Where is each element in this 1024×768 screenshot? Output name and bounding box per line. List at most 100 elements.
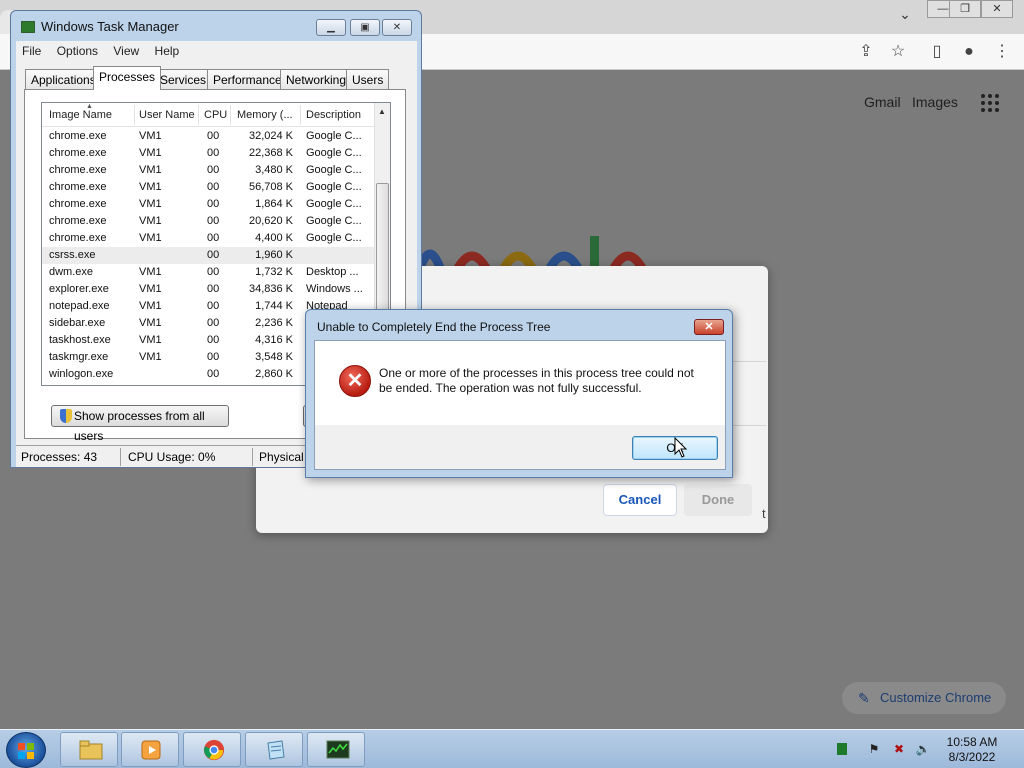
process-user-name: VM1: [139, 317, 162, 329]
column-description[interactable]: Description: [306, 109, 361, 121]
process-description: Google C...: [306, 164, 362, 176]
process-user-name: VM1: [139, 300, 162, 312]
process-row[interactable]: csrss.exe 00 1,960 K: [42, 247, 376, 264]
menu-file[interactable]: File: [16, 41, 47, 58]
taskbar: ⚑ ✖ 🔈 10:58 AM 8/3/2022: [0, 729, 1024, 768]
process-memory: 2,236 K: [255, 317, 293, 329]
close-button[interactable]: ✕: [694, 319, 724, 335]
process-row[interactable]: chrome.exe VM1 00 4,400 K Google C...: [42, 230, 376, 247]
process-memory: 3,480 K: [255, 164, 293, 176]
customize-chrome-button[interactable]: ✎ Customize Chrome: [842, 682, 1006, 714]
column-user-name[interactable]: User Name: [139, 109, 195, 121]
process-cpu: 00: [207, 164, 220, 176]
taskbar-task-manager[interactable]: [307, 732, 365, 767]
tab-networking[interactable]: Networking: [280, 69, 353, 89]
scroll-up-arrow-icon[interactable]: ▲: [378, 107, 386, 116]
taskbar-notepad[interactable]: [245, 732, 303, 767]
process-row[interactable]: chrome.exe VM1 00 56,708 K Google C...: [42, 179, 376, 196]
windows-logo-icon: [18, 743, 34, 759]
share-icon[interactable]: ⇪: [856, 42, 876, 62]
process-image-name: chrome.exe: [49, 232, 107, 244]
taskbar-chrome[interactable]: [183, 732, 241, 767]
process-description: Google C...: [306, 198, 362, 210]
process-row[interactable]: chrome.exe VM1 00 3,480 K Google C...: [42, 162, 376, 179]
process-user-name: VM1: [139, 351, 162, 363]
taskbar-explorer[interactable]: [60, 732, 118, 767]
tab-processes[interactable]: Processes: [93, 66, 162, 90]
gmail-link[interactable]: Gmail: [864, 94, 901, 110]
action-center-icon[interactable]: ⚑: [866, 742, 882, 756]
show-all-processes-label: Show processes from all users: [74, 409, 205, 443]
process-user-name: VM1: [139, 198, 162, 210]
tab-performance[interactable]: Performance: [207, 69, 288, 89]
system-clock[interactable]: 10:58 AM 8/3/2022: [940, 735, 1004, 765]
process-user-name: VM1: [139, 147, 162, 159]
notepad-icon: [267, 740, 285, 760]
restore-button[interactable]: ❐: [949, 0, 981, 18]
process-image-name: chrome.exe: [49, 130, 107, 142]
maximize-button[interactable]: ▣: [350, 19, 380, 36]
google-apps-icon[interactable]: [981, 94, 999, 112]
profile-avatar-icon[interactable]: ●: [959, 42, 979, 62]
process-user-name: VM1: [139, 334, 162, 346]
process-row[interactable]: dwm.exe VM1 00 1,732 K Desktop ...: [42, 264, 376, 281]
process-row[interactable]: chrome.exe VM1 00 32,024 K Google C...: [42, 128, 376, 145]
close-button[interactable]: ✕: [382, 19, 412, 36]
bookmark-star-icon[interactable]: ☆: [888, 42, 908, 62]
process-user-name: VM1: [139, 130, 162, 142]
status-processes: Processes: 43: [21, 450, 98, 464]
start-button[interactable]: [6, 732, 46, 768]
process-row[interactable]: chrome.exe VM1 00 22,368 K Google C...: [42, 145, 376, 162]
process-list-header: ▲ Image Name User Name CPU Memory (... D…: [42, 103, 376, 127]
cancel-button[interactable]: Cancel: [603, 484, 677, 516]
tab-users[interactable]: Users: [346, 69, 390, 89]
process-row[interactable]: explorer.exe VM1 00 34,836 K Windows ...: [42, 281, 376, 298]
minimize-button[interactable]: ▁: [316, 19, 346, 36]
process-image-name: csrss.exe: [49, 249, 96, 261]
side-panel-icon[interactable]: ▯: [927, 42, 947, 62]
process-user-name: VM1: [139, 164, 162, 176]
process-cpu: 00: [207, 147, 220, 159]
show-all-processes-button[interactable]: Show processes from all users: [51, 405, 229, 443]
process-memory: 2,860 K: [255, 368, 293, 380]
process-cpu: 00: [207, 317, 220, 329]
close-button[interactable]: ✕: [981, 0, 1013, 18]
process-cpu: 00: [207, 283, 220, 295]
process-description: Desktop ...: [306, 266, 359, 278]
chrome-menu-icon[interactable]: ⋮: [992, 42, 1012, 62]
taskbar-media-player[interactable]: [121, 732, 179, 767]
tab-services[interactable]: Services: [154, 69, 213, 89]
menu-help[interactable]: Help: [149, 41, 186, 58]
chrome-icon: [203, 739, 225, 761]
images-link[interactable]: Images: [912, 94, 958, 110]
status-physical-memory: Physical: [259, 450, 304, 464]
process-user-name: VM1: [139, 283, 162, 295]
column-cpu[interactable]: CPU: [204, 109, 227, 121]
process-row[interactable]: chrome.exe VM1 00 1,864 K Google C...: [42, 196, 376, 213]
column-image-name[interactable]: Image Name: [49, 109, 112, 121]
process-memory: 1,732 K: [255, 266, 293, 278]
menu-options[interactable]: Options: [51, 41, 104, 58]
tray-app-icon[interactable]: [837, 743, 847, 755]
clock-time: 10:58 AM: [946, 735, 998, 749]
menu-view[interactable]: View: [107, 41, 145, 58]
column-memory[interactable]: Memory (...: [237, 109, 293, 121]
process-image-name: notepad.exe: [49, 300, 110, 312]
process-image-name: taskhost.exe: [49, 334, 111, 346]
volume-icon[interactable]: 🔈: [915, 742, 931, 756]
process-image-name: taskmgr.exe: [49, 351, 109, 363]
process-description: Windows ...: [306, 283, 363, 295]
network-disconnected-icon[interactable]: ✖: [891, 742, 907, 756]
process-cpu: 00: [207, 334, 220, 346]
process-memory: 22,368 K: [248, 147, 293, 159]
process-image-name: chrome.exe: [49, 215, 107, 227]
tab-search-chevron-icon[interactable]: ⌄: [896, 6, 914, 26]
process-user-name: VM1: [139, 181, 162, 193]
process-row[interactable]: chrome.exe VM1 00 20,620 K Google C...: [42, 213, 376, 230]
clock-date: 8/3/2022: [948, 750, 996, 764]
process-description: Google C...: [306, 181, 362, 193]
status-cpu-usage: CPU Usage: 0%: [128, 450, 216, 464]
done-button[interactable]: Done: [684, 484, 752, 516]
tab-applications[interactable]: Applications: [25, 69, 102, 89]
error-dialog: Unable to Completely End the Process Tre…: [305, 309, 733, 478]
